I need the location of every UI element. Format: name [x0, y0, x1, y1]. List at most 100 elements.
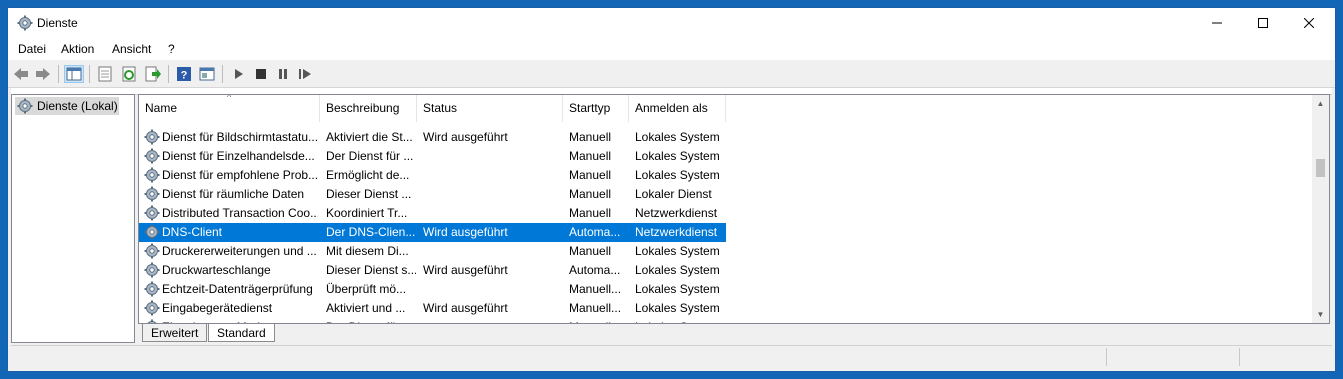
cell-start: Manuell	[569, 149, 612, 163]
cell-start: Manuell	[569, 187, 612, 201]
restart-icon	[299, 69, 311, 79]
window-title: Dienste	[37, 16, 78, 30]
pause-service-button[interactable]	[274, 66, 292, 82]
column-header-log-on-as[interactable]: Anmelden als	[629, 95, 726, 122]
column-header-status[interactable]: Status	[417, 95, 563, 122]
help-button[interactable]: ?	[175, 66, 193, 82]
cell-logon: Lokales System	[635, 149, 720, 163]
cell-status	[423, 166, 561, 185]
column-header-description[interactable]: Beschreibung	[320, 95, 417, 122]
column-header-row: ^ Name Beschreibung Status Starttyp Anme…	[139, 95, 1311, 122]
forward-button[interactable]	[34, 66, 52, 82]
table-row[interactable]: Eingabegerätedienst Aktiviert und ... Wird…	[139, 299, 726, 318]
properties-button[interactable]	[96, 66, 114, 82]
view-button[interactable]	[198, 66, 216, 82]
title-bar[interactable]: Dienste	[8, 8, 1335, 38]
menu-datei[interactable]: Datei	[18, 42, 46, 56]
restart-service-button[interactable]	[296, 66, 314, 82]
services-gear-icon	[17, 98, 33, 114]
table-row[interactable]: Druckererweiterungen und ... Mit diesem D…	[139, 242, 726, 261]
cell-desc: Der DNS-Clien...	[326, 225, 416, 239]
cell-desc: Der Dienst für ...	[326, 149, 414, 163]
service-gear-icon	[144, 243, 160, 259]
cell-logon: Lokales System	[635, 263, 720, 277]
tab-erweitert[interactable]: Erweitert	[142, 324, 208, 342]
console-tree-icon	[66, 67, 82, 81]
table-row[interactable]: Dienst für empfohlene Prob... Ermöglicht …	[139, 166, 726, 185]
refresh-icon	[122, 66, 136, 82]
service-gear-icon	[144, 281, 160, 297]
close-button[interactable]	[1286, 8, 1332, 38]
tree-item-services-local[interactable]: Dienste (Lokal)	[15, 97, 119, 115]
scroll-down-button[interactable]: ▼	[1312, 306, 1329, 323]
table-row[interactable]: Dienst für Einzelhandelsde... Der Dienst …	[139, 147, 726, 166]
services-gear-icon	[17, 15, 33, 31]
export-button[interactable]	[144, 66, 162, 82]
cell-name: Distributed Transaction Coo...	[162, 206, 318, 220]
back-button[interactable]	[12, 66, 30, 82]
services-list-pane: ^ Name Beschreibung Status Starttyp Anme…	[138, 94, 1330, 324]
start-service-button[interactable]	[230, 66, 248, 82]
cell-logon: Lokales System	[635, 318, 725, 323]
table-row[interactable]: Echtzeit-Datenträgerprüfung Überprüft mö.…	[139, 280, 726, 299]
cell-status	[423, 242, 561, 261]
menu-aktion[interactable]: Aktion	[61, 42, 94, 56]
minimize-icon	[1212, 22, 1222, 24]
menu-help[interactable]: ?	[168, 42, 175, 56]
cell-logon: Netzwerkdienst	[635, 225, 718, 239]
cell-desc: Aktiviert die St...	[326, 130, 413, 144]
table-row-selected[interactable]: DNS-Client Der DNS-Clien... Wird ausgeführ…	[139, 223, 726, 242]
cell-name: Eingabegerätedienst	[162, 301, 273, 315]
stop-icon	[256, 69, 266, 79]
scroll-thumb[interactable]	[1316, 159, 1325, 177]
cell-logon: Lokales System	[635, 301, 720, 315]
cell-desc: Mit diesem Di...	[326, 244, 409, 258]
cell-desc: Koordiniert Tr...	[326, 206, 408, 220]
tab-standard[interactable]: Standard	[208, 324, 275, 342]
cell-desc: Überprüft mö...	[326, 282, 407, 296]
cell-name: Druckererweiterungen und ...	[162, 244, 317, 258]
cell-start: Manuell	[569, 168, 612, 182]
cell-desc: Dieser Dienst ...	[326, 187, 412, 201]
minimize-button[interactable]	[1194, 8, 1240, 38]
scroll-up-button[interactable]: ▲	[1312, 95, 1329, 112]
column-header-startup-type[interactable]: Starttyp	[563, 95, 629, 122]
pause-icon	[279, 69, 287, 79]
status-bar	[11, 345, 1332, 368]
cell-name: Dienst für räumliche Daten	[162, 187, 305, 201]
cell-name: Dienst für Einzelhandelsde...	[162, 149, 315, 163]
console-tree-pane: Dienste (Lokal)	[11, 94, 135, 343]
cell-start: Automa...	[569, 263, 621, 277]
cell-logon: Lokales System	[635, 244, 720, 258]
cell-start: Manuell	[569, 130, 612, 144]
cell-start: Manuell	[569, 206, 612, 220]
table-row[interactable]: Druckwarteschlange Dieser Dienst s... Wird…	[139, 261, 726, 280]
maximize-button[interactable]	[1240, 8, 1286, 38]
service-gear-icon	[144, 300, 160, 316]
service-gear-icon	[144, 148, 160, 164]
console-tree-button[interactable]	[64, 65, 84, 83]
svg-text:?: ?	[181, 70, 188, 82]
cell-desc: Aktiviert und ...	[326, 301, 406, 315]
vertical-scrollbar[interactable]: ▲ ▼	[1312, 95, 1329, 323]
stop-service-button[interactable]	[252, 66, 270, 82]
help-icon: ?	[177, 67, 191, 82]
table-row[interactable]: Dienst für Bildschirmtastatu... Aktiviert…	[139, 128, 726, 147]
table-row[interactable]: Distributed Transaction Coo... Koordinier…	[139, 204, 726, 223]
cell-status: Wird ausgeführt	[423, 301, 508, 315]
cell-name: Dienst für empfohlene Prob...	[162, 168, 318, 182]
service-gear-icon	[144, 224, 160, 240]
column-header-name[interactable]: ^ Name	[139, 95, 320, 122]
cell-logon: Lokales System	[635, 168, 720, 182]
menu-ansicht[interactable]: Ansicht	[112, 42, 151, 56]
cell-start: Automa...	[569, 225, 621, 239]
menu-bar: Datei Aktion Ansicht ?	[8, 38, 1335, 60]
view-icon	[199, 67, 215, 81]
table-row[interactable]: Dienst für räumliche Daten Dieser Dienst …	[139, 185, 726, 204]
cell-logon: Lokales System	[635, 130, 720, 144]
cell-start: Manuell	[569, 318, 627, 323]
cell-name: Dienst für Bildschirmtastatu...	[162, 130, 318, 144]
maximize-icon	[1258, 18, 1268, 28]
cell-status: Wird ausgeführt	[423, 130, 508, 144]
refresh-button[interactable]	[120, 66, 138, 82]
